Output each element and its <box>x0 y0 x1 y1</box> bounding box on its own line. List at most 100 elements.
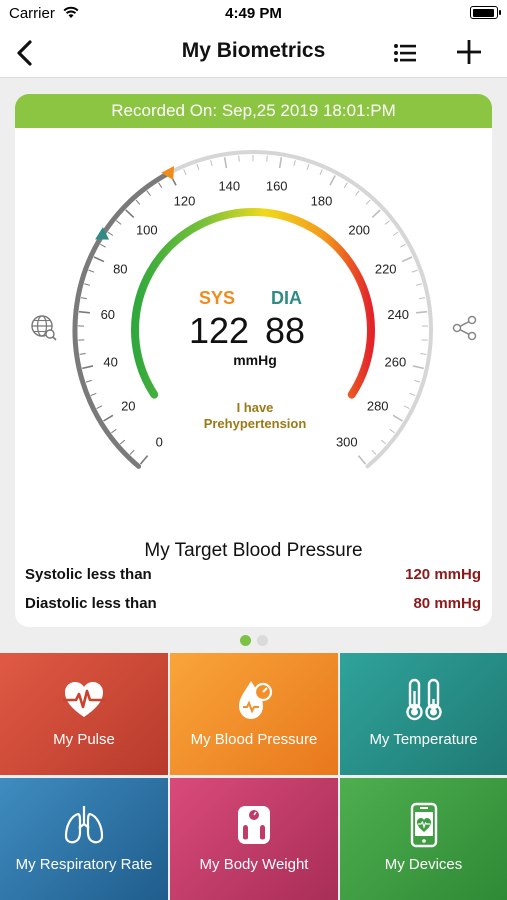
status-bar: Carrier 4:49 PM <box>0 0 507 28</box>
tile-label: My Respiratory Rate <box>15 856 153 873</box>
gauge-tick <box>82 365 94 370</box>
gauge-tick <box>111 428 117 434</box>
tile-my-pulse[interactable]: My Pulse <box>0 653 168 775</box>
page-dot-active[interactable] <box>239 635 251 646</box>
gauge-tick <box>355 190 360 196</box>
gauge-tick-label: 20 <box>121 398 135 413</box>
gauge-tick <box>135 199 141 205</box>
gauge-tick <box>223 157 228 169</box>
globe-search-icon[interactable] <box>30 314 58 342</box>
bp-status: I have Prehypertension <box>175 400 335 432</box>
target-title: My Target Blood Pressure <box>144 540 363 561</box>
gauge-tick <box>392 414 403 422</box>
gauge-tick <box>107 231 114 236</box>
gauge-tick-label: 140 <box>218 178 240 193</box>
gauge-tick <box>158 182 163 189</box>
tile-my-body-weight[interactable]: My Body Weight <box>170 778 338 900</box>
gauge-tick <box>139 455 149 465</box>
systolic-value: 122 <box>189 310 250 351</box>
target-diastolic-value: 80 mmHg <box>413 595 481 612</box>
gauge-tick <box>403 405 410 409</box>
gauge-tick <box>85 379 92 383</box>
tile-my-respiratory-rate[interactable]: My Respiratory Rate <box>0 778 168 900</box>
gauge-tick <box>278 157 283 169</box>
gauge-tick-label: 100 <box>136 222 158 237</box>
gauge-tick <box>210 160 213 167</box>
gauge-tick <box>412 365 424 370</box>
tile-my-blood-pressure[interactable]: My Blood Pressure <box>170 653 338 775</box>
page-dot[interactable] <box>256 635 268 646</box>
gauge-tick <box>384 220 390 225</box>
heart-pulse-icon <box>0 677 168 723</box>
gauge-tick <box>415 283 422 286</box>
battery-icon <box>470 6 501 19</box>
target-systolic-value: 120 mmHg <box>405 566 481 583</box>
gauge-tick-label: 240 <box>387 307 409 322</box>
gauge-tick-label: 160 <box>266 178 288 193</box>
tile-label: My Temperature <box>369 731 478 748</box>
gauge-tick-label: 120 <box>174 194 196 209</box>
target-systolic-label: Systolic less than <box>25 566 152 583</box>
gauge-tick <box>79 353 86 355</box>
gauge-tick <box>103 414 114 422</box>
gauge-tick-label: 220 <box>375 262 397 277</box>
target-systolic-row: Systolic less than 120 mmHg <box>25 566 481 583</box>
gauge-tick <box>293 160 296 167</box>
list-icon[interactable] <box>393 41 417 65</box>
gauge-tick-label: 200 <box>348 222 370 237</box>
gauge-tick-label: 300 <box>336 434 358 449</box>
lungs-icon <box>0 802 168 848</box>
gauge-tick <box>196 164 200 171</box>
tile-my-devices[interactable]: My Devices <box>340 778 507 900</box>
gauge-tick <box>116 220 122 225</box>
gauge-tick <box>371 209 381 219</box>
gauge-tick <box>371 449 377 455</box>
gauge-tick <box>100 243 106 248</box>
gauge-tick-label: 0 <box>156 434 163 449</box>
gauge-tick <box>411 269 418 273</box>
gauge-tick <box>119 439 126 445</box>
page-title: My Biometrics <box>181 39 326 62</box>
blood-drop-gauge-icon <box>170 677 338 723</box>
bp-status-line1: I have <box>236 400 274 415</box>
dia-label: DIA <box>271 288 302 308</box>
gauge-tick <box>343 182 348 189</box>
gauge-tick <box>90 392 97 397</box>
gauge-tick <box>380 439 387 445</box>
target-diastolic-row: Diastolic less than 80 mmHg <box>25 595 481 612</box>
gauge-tick <box>146 190 151 196</box>
thermometer-icon <box>340 677 507 723</box>
gauge-tick <box>329 175 336 186</box>
category-grid: My Pulse My Blood Pressure My Temperatur… <box>0 653 507 900</box>
page-indicator[interactable] <box>0 633 507 646</box>
add-icon[interactable] <box>456 39 482 65</box>
gauge-tick <box>319 169 323 176</box>
gauge-tick <box>84 283 91 286</box>
gauge-tick <box>420 353 427 355</box>
blood-pressure-gauge: 0 20 40 60 80 100 120 140 160 180 200 220 240 260 280 3… <box>72 150 434 469</box>
gauge-tick-label: 260 <box>385 355 407 370</box>
gauge-tick <box>88 269 95 273</box>
target-diastolic-label: Diastolic less than <box>25 595 157 612</box>
gauge-tick-label: 60 <box>101 307 115 322</box>
gauge-tick <box>306 164 310 171</box>
gauge-tick <box>183 169 187 176</box>
gauge-tick <box>414 379 421 383</box>
blood-pressure-card[interactable]: Recorded On: Sep,25 2019 18:01:PM 0 20 40 6… <box>15 94 492 627</box>
gauge-tick <box>365 199 371 205</box>
share-icon[interactable] <box>451 314 479 342</box>
gauge-tick <box>418 297 426 300</box>
tile-my-temperature[interactable]: My Temperature <box>340 653 507 775</box>
gauge-tick <box>78 310 90 314</box>
gauge-tick <box>125 209 135 219</box>
tile-label: My Body Weight <box>199 856 309 873</box>
gauge-tick <box>80 297 88 300</box>
tile-label: My Blood Pressure <box>190 731 318 748</box>
navigation-bar: My Biometrics <box>0 28 507 78</box>
gauge-tick <box>409 392 416 397</box>
gauge-tick <box>96 405 103 409</box>
gauge-tick <box>357 455 367 465</box>
sys-label: SYS <box>199 288 236 308</box>
gauge-tick <box>416 310 428 314</box>
gauge-tick-label: 180 <box>311 194 333 209</box>
